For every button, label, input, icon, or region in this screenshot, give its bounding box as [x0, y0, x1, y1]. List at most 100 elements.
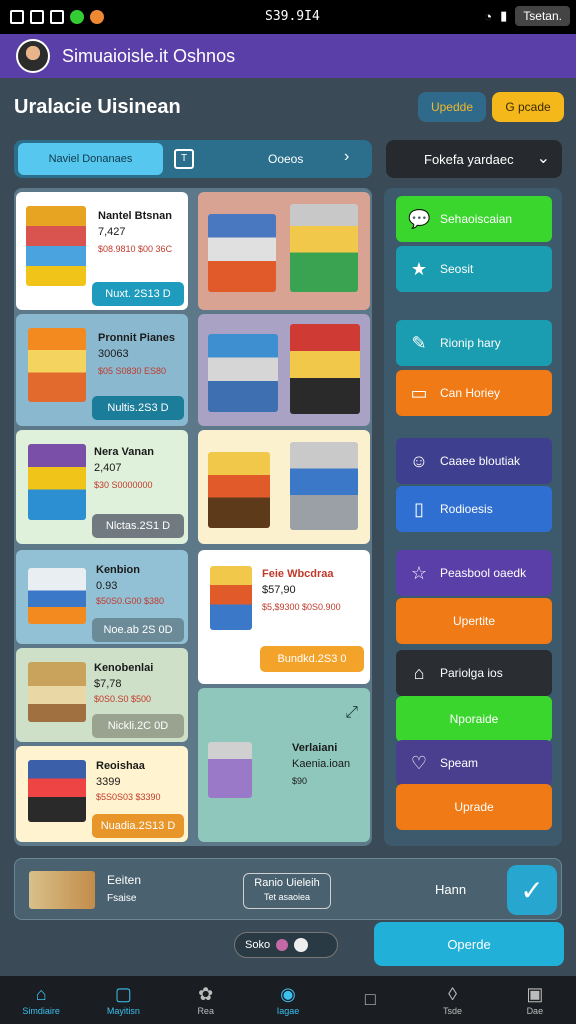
side-menu-item[interactable]: ★ Seosit	[396, 246, 552, 292]
buy-button[interactable]: Nlctas.2S1 D	[92, 514, 184, 538]
app-icon	[50, 10, 64, 24]
product-grid: Nantel Btsnan 7,427 $08.9810 $00 36C Nux…	[14, 188, 372, 846]
shop-preview-tile[interactable]	[198, 314, 370, 426]
expand-icon[interactable]: ⤢	[345, 704, 358, 722]
app-bar: Simuaioisle.it Oshnos	[0, 34, 576, 78]
circle-icon: ◉	[280, 984, 296, 1004]
shop-image	[208, 214, 276, 292]
buy-button[interactable]: Nuadia.2S13 D	[92, 814, 184, 838]
status-bar: S39.9I4 ◔ ▮ Tsetan.	[0, 0, 576, 34]
star-icon: ★	[410, 259, 428, 279]
signal-icon	[30, 10, 44, 24]
bottom-info-bar: Eeiten Fsaise Ranio Uieleih Tet asaoiea …	[14, 858, 562, 920]
square-icon: □	[364, 989, 376, 1009]
side-menu-item[interactable]: ⌂ Pariolga ios	[396, 650, 552, 696]
nav-item-home[interactable]: ⌂ Simdiaire	[0, 976, 82, 1024]
chevron-right-icon[interactable]: ›	[344, 148, 349, 166]
side-menu-item[interactable]: ✎ Rionip hary	[396, 320, 552, 366]
dropdown-value: Fokefa yardaec	[424, 151, 514, 167]
side-menu-item[interactable]: ♡ Speam	[396, 740, 552, 786]
tablet-icon: ▢	[114, 984, 132, 1004]
nav-item-drop[interactable]: ◊ Tsde	[411, 976, 493, 1024]
puzzle-icon: ✎	[411, 333, 427, 353]
tab-t-icon[interactable]: T	[174, 149, 194, 169]
buy-button[interactable]: Noe.ab 2S 0D	[92, 618, 184, 642]
clock: S39.9I4	[265, 9, 320, 24]
shop-image	[290, 204, 358, 292]
tab-label[interactable]: Ooeos	[268, 152, 303, 166]
nav-item-tablet[interactable]: ▢ Mayitisn	[82, 976, 164, 1024]
shop-image	[290, 442, 358, 530]
app-title: Simuaioisle.it Oshnos	[62, 45, 236, 66]
shop-icon: ⌂	[413, 663, 425, 683]
star-outline-icon: ☆	[410, 563, 428, 583]
drop-icon: ◊	[448, 984, 457, 1004]
doc-icon: ▯	[414, 499, 424, 519]
shop-preview-tile[interactable]	[198, 192, 370, 310]
shop-thumbnail	[29, 871, 95, 909]
nav-item-box[interactable]: ▣ Dae	[494, 976, 576, 1024]
pager[interactable]: Soko	[234, 932, 338, 958]
nav-item-gear[interactable]: ✿ Rea	[165, 976, 247, 1024]
product-card[interactable]: Kenbion 0.93 $50S0.G00 $380 Noe.ab 2S 0D	[16, 550, 188, 644]
bottom-sublabel: Fsaise	[107, 893, 137, 904]
side-menu-item[interactable]: Uprade	[396, 784, 552, 830]
home-icon: ⌂	[35, 984, 47, 1004]
side-menu-item[interactable]: ▯ Rodioesis	[396, 486, 552, 532]
user-icon: ☺	[409, 451, 429, 471]
nav-item-circle[interactable]: ◉ Iagae	[247, 976, 329, 1024]
nav-item-square[interactable]: □	[329, 976, 411, 1024]
check-icon[interactable]: ✓	[507, 865, 557, 915]
buy-button[interactable]: Nickli.2C 0D	[92, 714, 184, 738]
page-title: Uralacie Uisinean	[14, 96, 181, 118]
shop-preview-tile[interactable]	[198, 430, 370, 544]
product-card[interactable]: Reoishaa 3399 $5S0S03 $3390 Nuadia.2S13 …	[16, 746, 188, 842]
shop-image	[28, 662, 86, 722]
side-menu-item[interactable]: ▭ Can Horiey	[396, 370, 552, 416]
shop-image	[28, 568, 86, 624]
tab-active[interactable]: Naviel Donanaes	[18, 143, 163, 175]
heart-icon: ♡	[410, 753, 428, 773]
shop-image	[28, 760, 86, 822]
product-card[interactable]: Nantel Btsnan 7,427 $08.9810 $00 36C Nux…	[16, 192, 188, 310]
avatar[interactable]	[16, 39, 50, 73]
gear-icon: ✿	[198, 984, 214, 1004]
box-icon: ▣	[526, 984, 544, 1004]
shop-image	[208, 334, 278, 412]
buy-button[interactable]: Bundkd.2S3 0	[260, 646, 364, 672]
buy-button[interactable]: Nuxt. 2S13 D	[92, 282, 184, 306]
product-card[interactable]: Kenobenlai $7,78 $0S0.S0 $500 Nickli.2C …	[16, 648, 188, 742]
bottom-nav: ⌂ Simdiaire ▢ Mayitisn ✿ Rea ◉ Iagae □ ◊ Tsde…	[0, 976, 576, 1024]
operate-button[interactable]: Operde	[374, 922, 564, 966]
shop-image	[28, 328, 86, 402]
product-card[interactable]: Pronnit Pianes 30063 $05 S0830 ES80 Nult…	[16, 314, 188, 426]
pager-dot[interactable]	[276, 939, 289, 951]
side-menu-item[interactable]: 💬 Sehaoiscaian	[396, 196, 552, 242]
pager-dot[interactable]	[294, 938, 309, 952]
status-pill: Tsetan.	[515, 6, 570, 26]
filter-dropdown[interactable]: Fokefa yardaec ⌄	[386, 140, 562, 178]
buy-button[interactable]: Nultis.2S3 D	[92, 396, 184, 420]
gp-button[interactable]: G pcade	[492, 92, 564, 122]
side-menu-item[interactable]: Upertite	[396, 598, 552, 644]
tab-bar: Naviel Donanaes T Ooeos ›	[14, 140, 372, 178]
upgrade-button[interactable]: Upedde	[418, 92, 486, 122]
chevron-down-icon: ⌄	[536, 150, 550, 167]
side-menu-item[interactable]: ☆ Peasbool oaedk	[396, 550, 552, 596]
shop-image	[208, 742, 252, 798]
info-box[interactable]: Ranio Uieleih Tet asaoiea	[243, 873, 331, 909]
orange-dot-icon	[90, 10, 104, 24]
shop-image	[290, 324, 360, 414]
chat-icon: 💬	[408, 209, 431, 229]
bottom-label: Eeiten	[107, 873, 142, 887]
bottom-name: Hann	[435, 882, 467, 897]
shop-image	[210, 566, 252, 630]
side-menu-item[interactable]: ☺ Caaee bloutiak	[396, 438, 552, 484]
product-card[interactable]: ⤢ Verlaiani Kaenia.ioan $90	[198, 688, 370, 842]
bag-icon: ▭	[410, 383, 428, 403]
notification-icon	[10, 10, 24, 24]
product-card[interactable]: Feie Wbcdraa $57,90 $5,$9300 $0S0.900 Bu…	[198, 550, 370, 684]
product-card[interactable]: Nera Vanan 2,407 $30 S0000000 Nlctas.2S1…	[16, 430, 188, 544]
side-menu-item[interactable]: Nporaide	[396, 696, 552, 742]
green-dot-icon	[70, 10, 84, 24]
